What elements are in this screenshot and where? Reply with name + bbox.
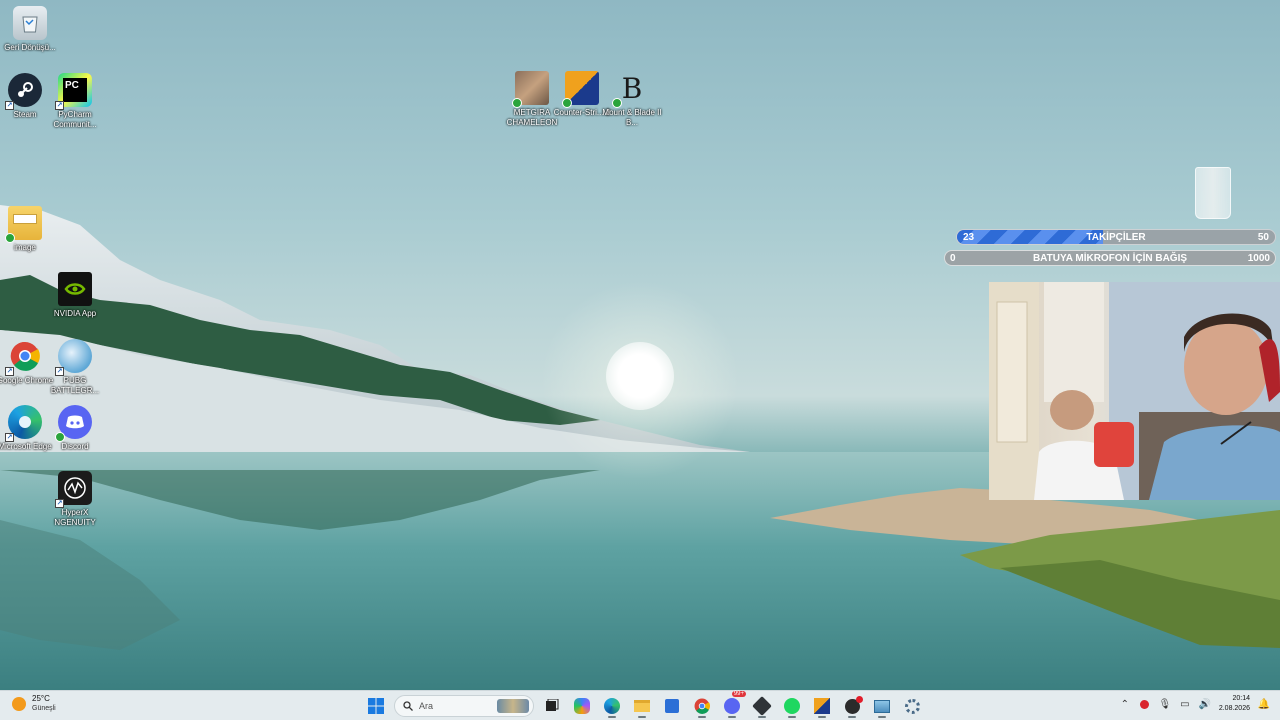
chrome-icon: ↗ <box>5 339 42 376</box>
desktop-icon-hyperx[interactable]: ↗ HyperX NGENUITY <box>45 471 105 528</box>
clock-date: 2.08.2026 <box>1218 705 1250 712</box>
pycharm-label: PyCharm Communit... <box>53 110 97 129</box>
shortcut-arrow-icon: ↗ <box>5 433 14 442</box>
shortcut-arrow-icon: ↗ <box>55 367 64 376</box>
cube-app-icon <box>752 696 772 716</box>
hyperx-ngenuity-icon: ↗ <box>55 471 92 508</box>
system-tray: ⌃ 🎙 ▭ 🔊 20:14 2.08.2026 🔔 <box>1119 694 1271 714</box>
nvidia-label: NVIDIA App <box>53 309 97 318</box>
discord-label: Discord <box>61 442 89 451</box>
taskbar-apps: Ara 99+ <box>364 691 924 718</box>
settings-button[interactable] <box>900 694 924 718</box>
donation-goal: 1000 <box>1247 252 1270 264</box>
search-placeholder: Ara <box>419 701 434 711</box>
taskbar-photos-button[interactable] <box>870 694 894 718</box>
pubg-label: PUBG BATTLEGR... <box>50 376 100 395</box>
donation-goal-bar: 0 BATUYA MİKROFON İÇİN BAĞIŞ 1000 <box>944 250 1276 266</box>
sync-ok-icon <box>562 98 572 108</box>
followers-label: TAKİPÇİLER <box>1086 231 1146 243</box>
taskbar-chrome-button[interactable] <box>690 694 714 718</box>
weather-sun-icon <box>12 697 26 711</box>
taskbar-discord-button[interactable]: 99+ <box>720 691 746 718</box>
obs-button[interactable] <box>750 694 774 718</box>
chrome-icon <box>694 698 710 714</box>
copilot-icon <box>574 698 590 714</box>
desktop-icon-recycle-bin[interactable]: Geri Dönüşü... <box>0 6 60 53</box>
sync-ok-icon <box>612 98 622 108</box>
weather-widget[interactable]: 25°C Güneşli <box>12 694 56 714</box>
discord-icon <box>55 405 92 442</box>
folder-icon <box>634 700 650 712</box>
show-hidden-icons-chevron-icon[interactable]: ⌃ <box>1119 698 1131 710</box>
volume-icon[interactable]: 🔊 <box>1199 698 1211 710</box>
donation-label: BATUYA MİKROFON İÇİN BAĞIŞ <box>1032 252 1188 264</box>
glass-widget <box>1195 167 1231 219</box>
taskbar-search-box[interactable]: Ara <box>394 695 534 717</box>
gear-icon <box>904 698 920 714</box>
desktop-icon-image[interactable]: image <box>0 206 55 253</box>
counter-strike-icon <box>814 698 830 714</box>
desktop-icon-nvidia[interactable]: NVIDIA App <box>45 272 105 319</box>
folder-icon <box>5 206 42 243</box>
discord-notification-badge: 99+ <box>731 691 746 697</box>
pubg-globe-icon: ↗ <box>55 339 92 376</box>
task-view-icon <box>546 699 559 711</box>
weather-condition: Güneşli <box>32 705 56 712</box>
taskbar-counter-strike-button[interactable] <box>810 694 834 718</box>
clock[interactable]: 20:14 2.08.2026 <box>1219 694 1250 714</box>
counter-strike-icon <box>562 71 599 108</box>
store-button[interactable] <box>660 694 684 718</box>
search-highlight-image <box>497 699 529 713</box>
windows-icon <box>368 698 384 714</box>
metgira-chameleon-icon <box>512 71 549 108</box>
shortcut-arrow-icon: ↗ <box>5 101 14 110</box>
followers-goal-bar: 23 TAKİPÇİLER 50 <box>956 229 1276 245</box>
webcam-feed <box>989 282 1280 500</box>
sync-ok-icon <box>55 432 65 442</box>
photos-icon <box>874 699 890 713</box>
taskbar-edge-button[interactable] <box>600 694 624 718</box>
weather-temperature: 25°C <box>32 694 50 703</box>
clock-time: 20:14 <box>1232 695 1250 702</box>
desktop-icon-discord[interactable]: Discord <box>45 405 105 452</box>
shortcut-arrow-icon: ↗ <box>55 101 64 110</box>
steam-icon: ↗ <box>5 73 42 110</box>
desktop-icon-pycharm[interactable]: PC ↗ PyCharm Communit... <box>45 73 105 130</box>
microphone-icon[interactable]: 🎙 <box>1159 698 1172 710</box>
taskbar: 25°C Güneşli Ara 99+ ⌃ 🎙 ▭ 🔊 20:14 2.08.… <box>0 690 1280 720</box>
edge-icon <box>604 698 620 714</box>
recycle-bin-icon <box>13 6 47 40</box>
shortcut-arrow-icon: ↗ <box>5 367 14 376</box>
mount-blade-icon: B <box>612 71 649 108</box>
nvidia-icon <box>58 272 92 306</box>
spotify-icon <box>784 698 800 714</box>
desktop-icon-mount-blade[interactable]: B Mount & Blade II B... <box>602 71 662 128</box>
sync-ok-icon <box>5 233 15 243</box>
sync-ok-icon <box>512 98 522 108</box>
pycharm-icon: PC ↗ <box>55 73 92 110</box>
shortcut-arrow-icon: ↗ <box>55 499 64 508</box>
taskbar-recorder-button[interactable] <box>840 694 864 718</box>
image-folder-label: image <box>14 243 36 252</box>
hyperx-label: HyperX NGENUITY <box>54 508 96 527</box>
notifications-bell-icon[interactable]: 🔔 <box>1258 698 1270 710</box>
copilot-button[interactable] <box>570 694 594 718</box>
file-explorer-button[interactable] <box>630 694 654 718</box>
start-button[interactable] <box>364 694 388 718</box>
search-icon <box>403 701 413 711</box>
recorder-icon <box>844 695 863 714</box>
desktop-icon-pubg[interactable]: ↗ PUBG BATTLEGR... <box>45 339 105 396</box>
webcam-scene <box>989 282 1280 500</box>
monitor-icon[interactable]: ▭ <box>1179 698 1191 710</box>
discord-icon <box>724 698 740 714</box>
store-icon <box>665 699 679 713</box>
sun <box>606 342 674 410</box>
edge-icon: ↗ <box>5 405 42 442</box>
taskview-button[interactable] <box>540 694 564 718</box>
followers-goal: 50 <box>1257 231 1269 243</box>
recycle-bin-label: Geri Dönüşü... <box>4 43 56 52</box>
network-warning-icon[interactable] <box>1139 698 1151 710</box>
spotify-button[interactable] <box>780 694 804 718</box>
mount-blade-label: Mount & Blade II B... <box>602 108 662 127</box>
